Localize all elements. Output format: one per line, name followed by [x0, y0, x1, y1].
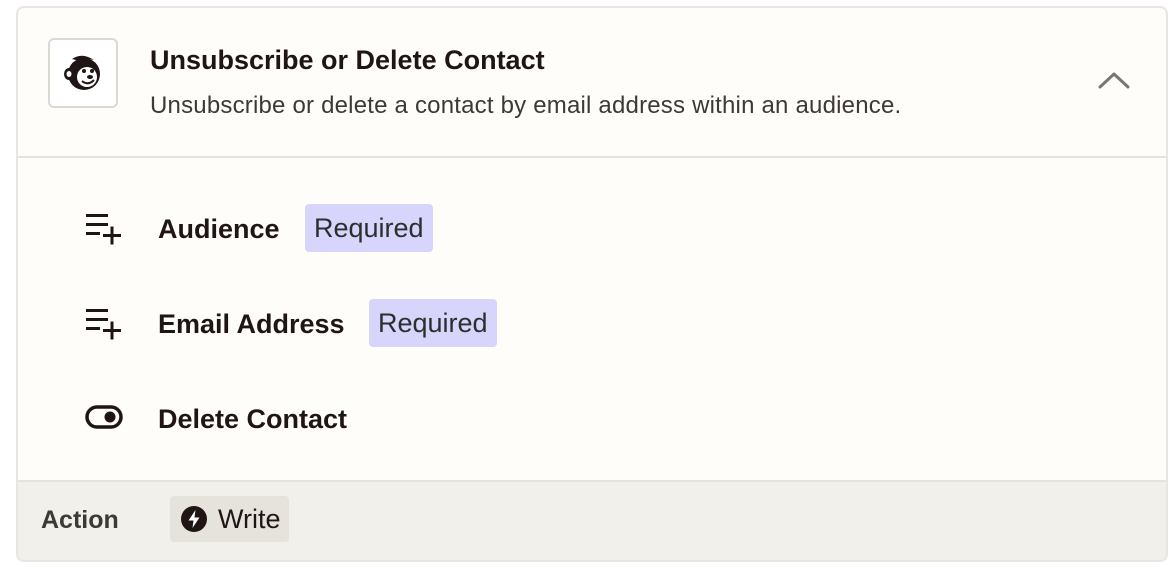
action-step-card: Unsubscribe or Delete Contact Unsubscrib…: [16, 6, 1168, 562]
step-description: Unsubscribe or delete a contact by email…: [150, 92, 902, 119]
field-audience[interactable]: Audience Required: [18, 202, 1166, 254]
write-chip-label: Write: [218, 503, 281, 534]
required-badge: Required: [305, 204, 433, 252]
step-footer: Action Write: [18, 480, 1166, 560]
chevron-up-icon: [1098, 72, 1130, 89]
collapse-button[interactable]: [1094, 60, 1134, 100]
list-add-icon: [84, 305, 124, 341]
step-title: Unsubscribe or Delete Contact: [150, 45, 545, 75]
field-delete-contact[interactable]: Delete Contact: [18, 392, 1166, 444]
write-chip: Write: [170, 496, 289, 542]
footer-label: Action: [41, 506, 119, 534]
lightning-bolt-icon: [181, 506, 207, 532]
required-badge: Required: [369, 299, 497, 347]
step-header[interactable]: Unsubscribe or Delete Contact Unsubscrib…: [18, 8, 1166, 158]
field-label-email-address: Email Address: [158, 309, 345, 339]
mailchimp-logo-icon: [64, 55, 100, 90]
mailchimp-app-icon: [48, 38, 118, 108]
field-label-delete-contact: Delete Contact: [158, 404, 348, 434]
field-email-address[interactable]: Email Address Required: [18, 297, 1166, 349]
field-label-audience: Audience: [158, 214, 280, 244]
toggle-icon: [84, 400, 124, 436]
list-add-icon: [84, 210, 124, 246]
